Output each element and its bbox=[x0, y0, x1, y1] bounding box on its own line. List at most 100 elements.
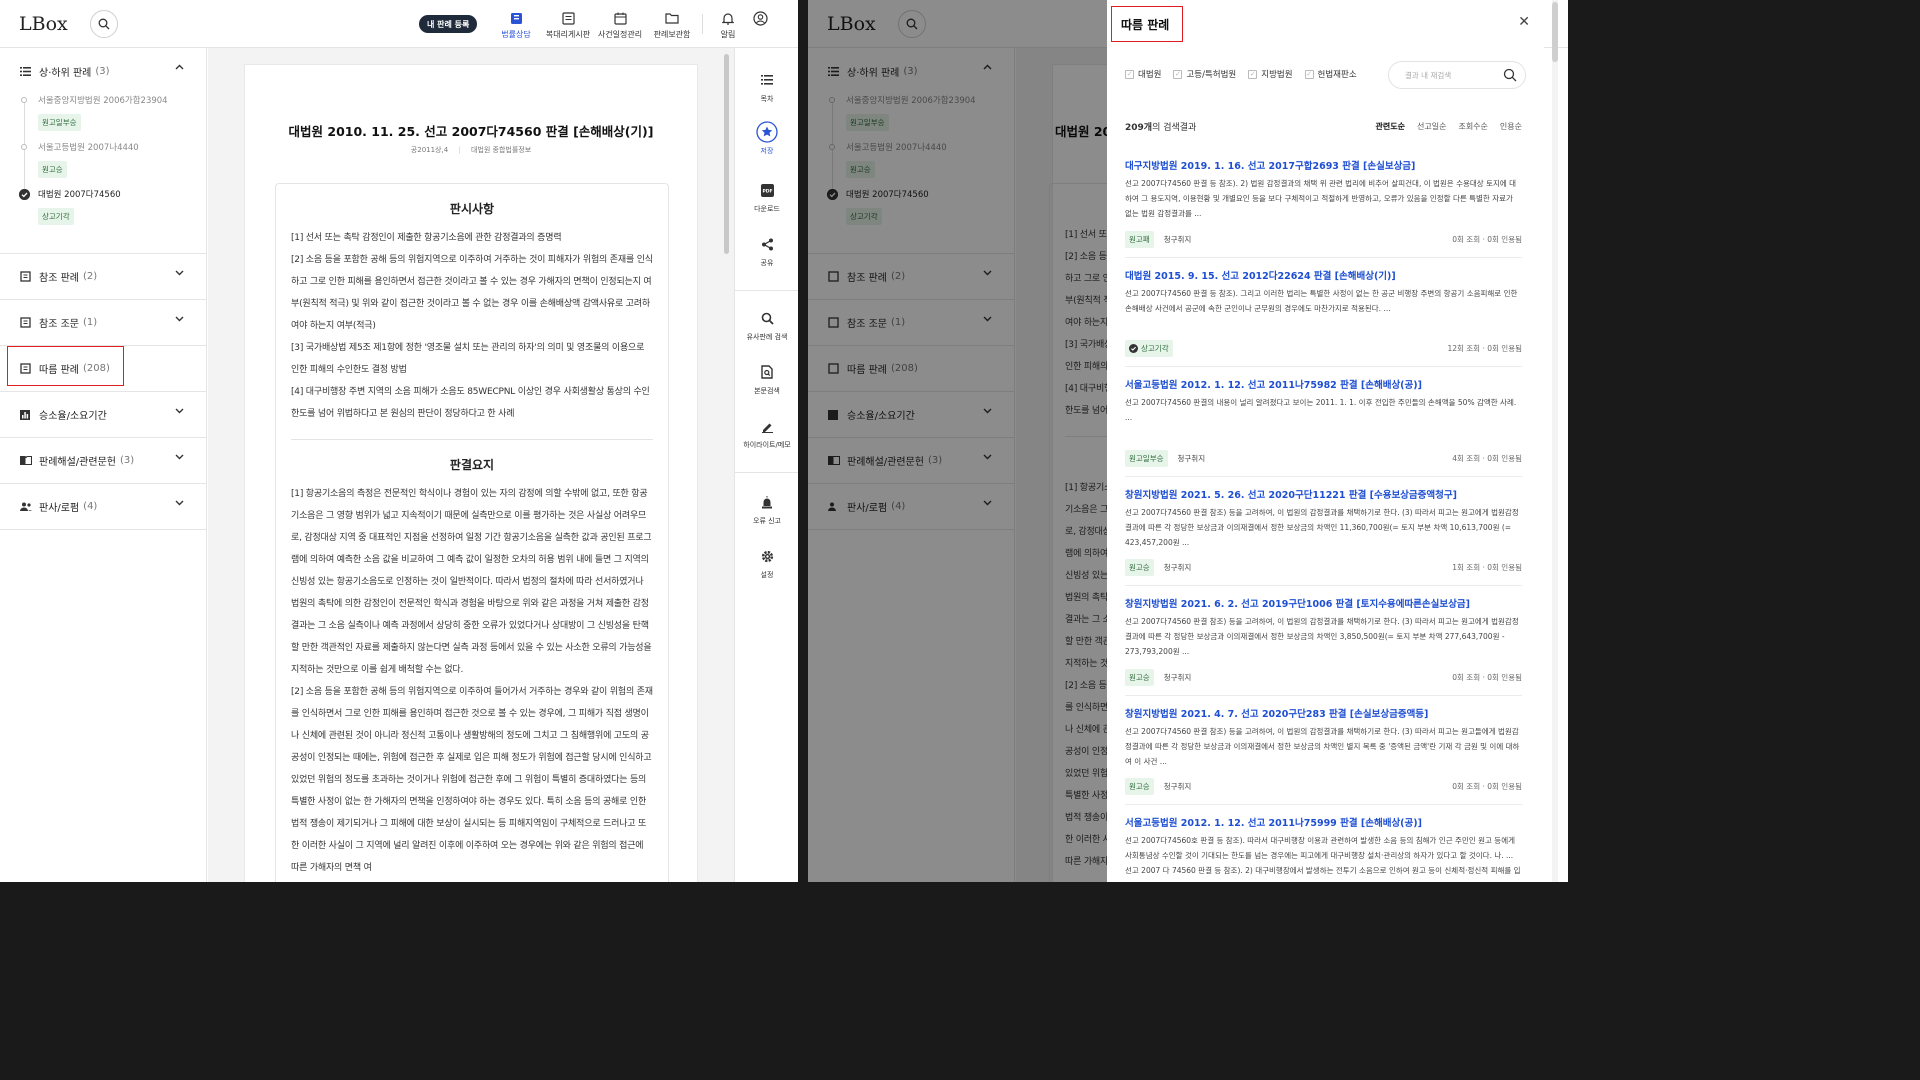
panel-scrollbar[interactable] bbox=[1552, 0, 1558, 882]
sidebar-item-win-rate[interactable]: 승소율/소요기간 bbox=[0, 392, 206, 437]
result-title-link[interactable]: 창원지방법원 2021. 4. 7. 선고 2020구단283 판결 [손실보상… bbox=[1125, 706, 1522, 720]
result-item[interactable]: 창원지방법원 2021. 4. 7. 선고 2020구단283 판결 [손실보상… bbox=[1125, 696, 1522, 805]
logo[interactable]: LBox bbox=[19, 13, 68, 35]
result-stats: 0회 조회 · 0회 인용됨 bbox=[1452, 234, 1522, 244]
sort-views[interactable]: 조회수순 bbox=[1458, 121, 1487, 132]
chevron-down-icon[interactable] bbox=[175, 316, 184, 322]
checkbox[interactable]: ✓ bbox=[1125, 69, 1134, 79]
filter-district-court[interactable]: ✓ 지방법원 bbox=[1248, 68, 1293, 80]
result-snippet: 선고 2007다74560 판결 등 참조). 2) 법원 감정결과의 채택 위… bbox=[1125, 179, 1517, 218]
chevron-down-icon[interactable] bbox=[175, 270, 184, 276]
chevron-down-icon[interactable] bbox=[175, 408, 184, 414]
result-title-link[interactable]: 창원지방법원 2021. 6. 2. 선고 2019구단1006 판결 [토지수… bbox=[1125, 596, 1522, 610]
result-title-link[interactable]: 창원지방법원 2021. 5. 26. 선고 2020구단11221 판결 [수… bbox=[1125, 487, 1522, 501]
checkbox[interactable]: ✓ bbox=[1248, 69, 1258, 79]
tool-download[interactable]: PDF 다운로드 bbox=[735, 180, 798, 214]
result-snippet: 선고 2007다74560호 판결 등 참조). 따라서 대구비행장 이용과 관… bbox=[1125, 836, 1521, 875]
document-scrollbar[interactable] bbox=[724, 54, 729, 254]
modal-overlay[interactable] bbox=[808, 0, 1108, 882]
result-title-link[interactable]: 대구지방법원 2019. 1. 16. 선고 2017구합2693 판결 [손실… bbox=[1125, 158, 1522, 172]
filter-high-court[interactable]: ✓ 고등/특허법원 bbox=[1173, 68, 1236, 80]
result-snippet: 선고 2007다74560 판결 참조) 등을 고려하여, 이 법원의 감정결과… bbox=[1125, 617, 1519, 656]
document-body: 판시사항 [1] 선서 또는 촉탁 감정인이 제출한 항공기소음에 관한 감정결… bbox=[275, 183, 669, 882]
nav-legal-consult[interactable]: 법률상담 bbox=[490, 10, 542, 40]
nav-case-schedule[interactable]: 사건일정관리 bbox=[594, 10, 646, 40]
filter-constitutional-court[interactable]: ✓ 헌법재판소 bbox=[1304, 68, 1357, 80]
close-icon[interactable]: ✕ bbox=[1518, 14, 1530, 30]
result-snippet: 선고 2007다74560 판결 참조) 등을 고려하여, 이 법원의 감정결과… bbox=[1125, 726, 1520, 766]
sidebar-item-commentary[interactable]: 판례해설/관련문헌 (3) bbox=[0, 438, 206, 483]
consult-icon bbox=[510, 12, 522, 24]
section-paragraphs: [1] 항공기소음의 측정은 전문적인 학식이나 경험이 있는 자의 감정에 의… bbox=[291, 483, 653, 879]
header-search-button[interactable] bbox=[89, 9, 118, 38]
result-item[interactable]: 창원지방법원 2021. 6. 2. 선고 2019구단1006 판결 [토지수… bbox=[1125, 586, 1522, 696]
tools-rail: 목차 저장 PDF 다운로드 공유 유사판례 검색 본문검색 하이라이트/메모 bbox=[734, 48, 798, 882]
following-cases-panel: 따름 판례 ✕ ✓대법원 ✓고등/특허법원 ✓지방법원 ✓헌법재판소 209개의… bbox=[1107, 0, 1544, 882]
tool-save[interactable]: 저장 bbox=[735, 121, 798, 156]
result-title-link[interactable]: 서울고등법원 2012. 1. 12. 선고 2011나75999 판결 [손해… bbox=[1125, 815, 1522, 829]
tool-settings[interactable]: 설정 bbox=[735, 546, 798, 580]
chevron-down-icon[interactable] bbox=[175, 500, 184, 506]
result-snippet: 선고 2007다74560 판결 참조) 등을 고려하여, 이 법원의 감정결과… bbox=[1125, 507, 1519, 547]
open-book-icon bbox=[20, 456, 32, 465]
sidebar-item-judge-firm[interactable]: 판사/로펌 (4) bbox=[0, 484, 206, 529]
result-search-input[interactable] bbox=[1405, 70, 1495, 80]
result-meta: 원고승 청구취지 1회 조회 · 0회 인용됨 bbox=[1125, 559, 1522, 576]
result-tag: 청구취지 bbox=[1159, 230, 1196, 248]
result-tag: 원고승 bbox=[1125, 559, 1154, 576]
result-tag: 원고승 bbox=[38, 161, 67, 178]
doc-search-icon bbox=[761, 365, 773, 379]
result-item[interactable]: 창원지방법원 2021. 5. 26. 선고 2020구단11221 판결 [수… bbox=[1125, 477, 1522, 586]
tool-highlight-memo[interactable]: 하이라이트/메모 bbox=[735, 416, 798, 450]
result-stats: 4회 조회 · 0회 인용됨 bbox=[1452, 453, 1522, 463]
sort-citations[interactable]: 인용순 bbox=[1500, 121, 1522, 132]
chevron-down-icon[interactable] bbox=[175, 454, 184, 460]
nav-case-archive[interactable]: 판례보관함 bbox=[646, 10, 698, 40]
profile-button[interactable] bbox=[744, 10, 776, 26]
register-case-button[interactable]: 내 판례 등록 bbox=[419, 15, 478, 33]
sidebar-section-ref-cases: 참조 판례 (2) bbox=[0, 254, 206, 300]
result-stats: 0회 조회 · 0회 인용됨 bbox=[1452, 782, 1522, 791]
sidebar-item-ref-articles[interactable]: 참조 조문 (1) bbox=[0, 300, 206, 345]
result-header: 209개의 검색결과 관련도순 선고일순 조회수순 인용순 bbox=[1125, 120, 1522, 133]
checkbox[interactable]: ✓ bbox=[1173, 69, 1183, 79]
chevron-up-icon[interactable] bbox=[175, 64, 184, 70]
result-tag: 원고승 bbox=[1125, 668, 1154, 686]
result-item[interactable]: 대법원 2015. 9. 15. 선고 2012다22624 판결 [손해배상(… bbox=[1125, 258, 1522, 367]
result-meta: 원고패 청구취지 0회 조회 · 0회 인용됨 bbox=[1125, 230, 1522, 248]
result-item[interactable]: 서울고등법원 2012. 1. 12. 선고 2011나75999 판결 [손해… bbox=[1125, 805, 1522, 882]
result-snippet: 선고 2007다74560 판결의 내용이 널리 알려졌다고 보이는 2011.… bbox=[1125, 398, 1517, 422]
tool-similar-search[interactable]: 유사판례 검색 bbox=[735, 308, 798, 342]
nav-sub-agent-board[interactable]: 복대리게시판 bbox=[542, 10, 594, 40]
sidebar-item-upper-lower[interactable]: 상·하위 판례 (3) bbox=[0, 48, 206, 94]
paragraph: [1] 항공기소음의 측정은 전문적인 학식이나 경험이 있는 자의 감정에 의… bbox=[291, 489, 652, 675]
tool-report-error[interactable]: 오류 신고 bbox=[735, 492, 798, 526]
result-item[interactable]: 대구지방법원 2019. 1. 16. 선고 2017구합2693 판결 [손실… bbox=[1125, 148, 1522, 258]
result-tag: 원고일부승 bbox=[38, 114, 81, 131]
document-viewer: 대법원 2010. 11. 25. 선고 2007다74560 판결 [손해배상… bbox=[208, 48, 734, 882]
search-icon[interactable] bbox=[1503, 68, 1517, 82]
result-title-link[interactable]: 서울고등법원 2012. 1. 12. 선고 2011나75982 판결 [손해… bbox=[1125, 377, 1522, 391]
checkbox[interactable]: ✓ bbox=[1304, 69, 1314, 79]
result-title-link[interactable]: 대법원 2015. 9. 15. 선고 2012다22624 판결 [손해배상(… bbox=[1125, 268, 1522, 282]
filter-supreme-court[interactable]: ✓ 대법원 bbox=[1125, 68, 1161, 80]
sidebar-item-following-cases[interactable]: 따름 판례 (208) bbox=[0, 346, 206, 391]
timeline-item[interactable]: 서울고등법원 2007나4440 원고승 bbox=[21, 141, 206, 178]
header-icons: 알림 bbox=[712, 10, 776, 40]
sort-date[interactable]: 선고일순 bbox=[1417, 121, 1446, 132]
timeline-item[interactable]: 서울중앙지방법원 2006가합23904 원고일부승 bbox=[21, 94, 206, 131]
result-tag: 청구취지 bbox=[1159, 778, 1196, 795]
timeline-item-current[interactable]: 대법원 2007다74560 상고기각 bbox=[19, 188, 206, 225]
result-item[interactable]: 서울고등법원 2012. 1. 12. 선고 2011나75982 판결 [손해… bbox=[1125, 367, 1522, 477]
sort-relevance[interactable]: 관련도순 bbox=[1376, 121, 1405, 132]
tool-toc[interactable]: 목차 bbox=[735, 70, 798, 104]
result-meta: 원고일부승 청구취지 4회 조회 · 0회 인용됨 bbox=[1125, 449, 1522, 467]
magnifier-icon bbox=[761, 312, 774, 325]
alarm-button[interactable]: 알림 bbox=[712, 10, 744, 40]
result-meta: 상고기각 12회 조회 · 0회 인용됨 bbox=[1125, 340, 1522, 357]
paragraph: [4] 대구비행장 주변 지역의 소음 피해가 소음도 85WECPNL 이상인… bbox=[291, 387, 650, 419]
paragraph: [3] 국가배상법 제5조 제1항에 정한 '영조물 설치 또는 관리의 하자'… bbox=[291, 343, 645, 375]
tool-body-search[interactable]: 본문검색 bbox=[735, 362, 798, 396]
sidebar-item-ref-cases[interactable]: 참조 판례 (2) bbox=[0, 254, 206, 299]
tool-share[interactable]: 공유 bbox=[735, 234, 798, 268]
